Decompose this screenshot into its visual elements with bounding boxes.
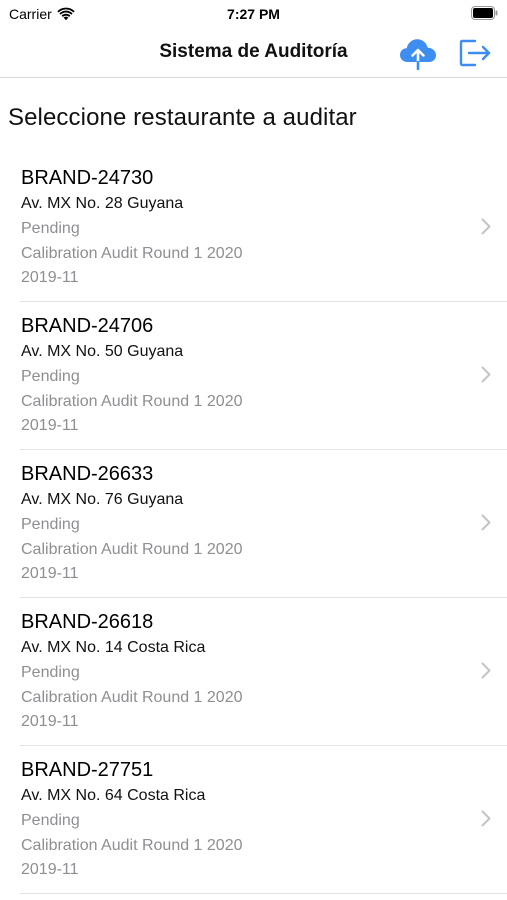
restaurant-address: Av. MX No. 64 Costa Rica	[21, 787, 206, 804]
chevron-right-icon	[481, 366, 491, 383]
restaurant-brand: BRAND-24730	[21, 167, 154, 189]
restaurant-status: Pending	[21, 220, 80, 237]
chevron-right-icon	[481, 810, 491, 827]
app-screen: Carrier 7:27 PM Sistema de Auditoría Sel…	[0, 0, 507, 900]
restaurant-status: Pending	[21, 664, 80, 681]
restaurant-period: 2019-11	[21, 417, 79, 434]
restaurant-address: Av. MX No. 14 Costa Rica	[21, 639, 206, 656]
restaurant-audit-name: Calibration Audit Round 1 2020	[21, 393, 243, 410]
restaurant-audit-name: Calibration Audit Round 1 2020	[21, 541, 243, 558]
restaurant-row[interactable]: BRAND-26633 Av. MX No. 76 Guyana Pending…	[0, 450, 507, 598]
logout-icon	[459, 39, 491, 67]
cloud-upload-icon	[400, 39, 436, 70]
logout-button[interactable]	[455, 35, 495, 71]
restaurant-period: 2019-11	[21, 565, 79, 582]
restaurant-brand: BRAND-26618	[21, 611, 154, 633]
restaurant-audit-name: Calibration Audit Round 1 2020	[21, 837, 243, 854]
status-bar: Carrier 7:27 PM	[0, 0, 507, 28]
section-title: Seleccione restaurante a auditar	[8, 104, 357, 131]
chevron-right-icon	[481, 662, 491, 679]
restaurant-status: Pending	[21, 812, 80, 829]
restaurant-address: Av. MX No. 76 Guyana	[21, 491, 184, 508]
restaurant-period: 2019-11	[21, 269, 79, 286]
restaurant-audit-name: Calibration Audit Round 1 2020	[21, 245, 243, 262]
upload-button[interactable]	[398, 35, 438, 71]
restaurant-row[interactable]: BRAND-26618 Av. MX No. 14 Costa Rica Pen…	[0, 598, 507, 746]
restaurant-brand: BRAND-27751	[21, 759, 154, 781]
chevron-right-icon	[481, 514, 491, 531]
restaurant-row[interactable]: BRAND-24706 Av. MX No. 50 Guyana Pending…	[0, 302, 507, 450]
chevron-right-icon	[481, 218, 491, 235]
restaurant-address: Av. MX No. 28 Guyana	[21, 195, 184, 212]
battery-icon	[471, 6, 498, 20]
navigation-bar: Sistema de Auditoría	[0, 28, 507, 78]
restaurant-brand: BRAND-24706	[21, 315, 154, 337]
restaurant-list: BRAND-24730 Av. MX No. 28 Guyana Pending…	[0, 154, 507, 894]
restaurant-address: Av. MX No. 50 Guyana	[21, 343, 184, 360]
restaurant-status: Pending	[21, 368, 80, 385]
restaurant-row[interactable]: BRAND-27751 Av. MX No. 64 Costa Rica Pen…	[0, 746, 507, 894]
status-time: 7:27 PM	[227, 6, 280, 22]
restaurant-audit-name: Calibration Audit Round 1 2020	[21, 689, 243, 706]
restaurant-brand: BRAND-26633	[21, 463, 154, 485]
restaurant-period: 2019-11	[21, 861, 79, 878]
restaurant-period: 2019-11	[21, 713, 79, 730]
restaurant-status: Pending	[21, 516, 80, 533]
restaurant-row[interactable]: BRAND-24730 Av. MX No. 28 Guyana Pending…	[0, 154, 507, 302]
